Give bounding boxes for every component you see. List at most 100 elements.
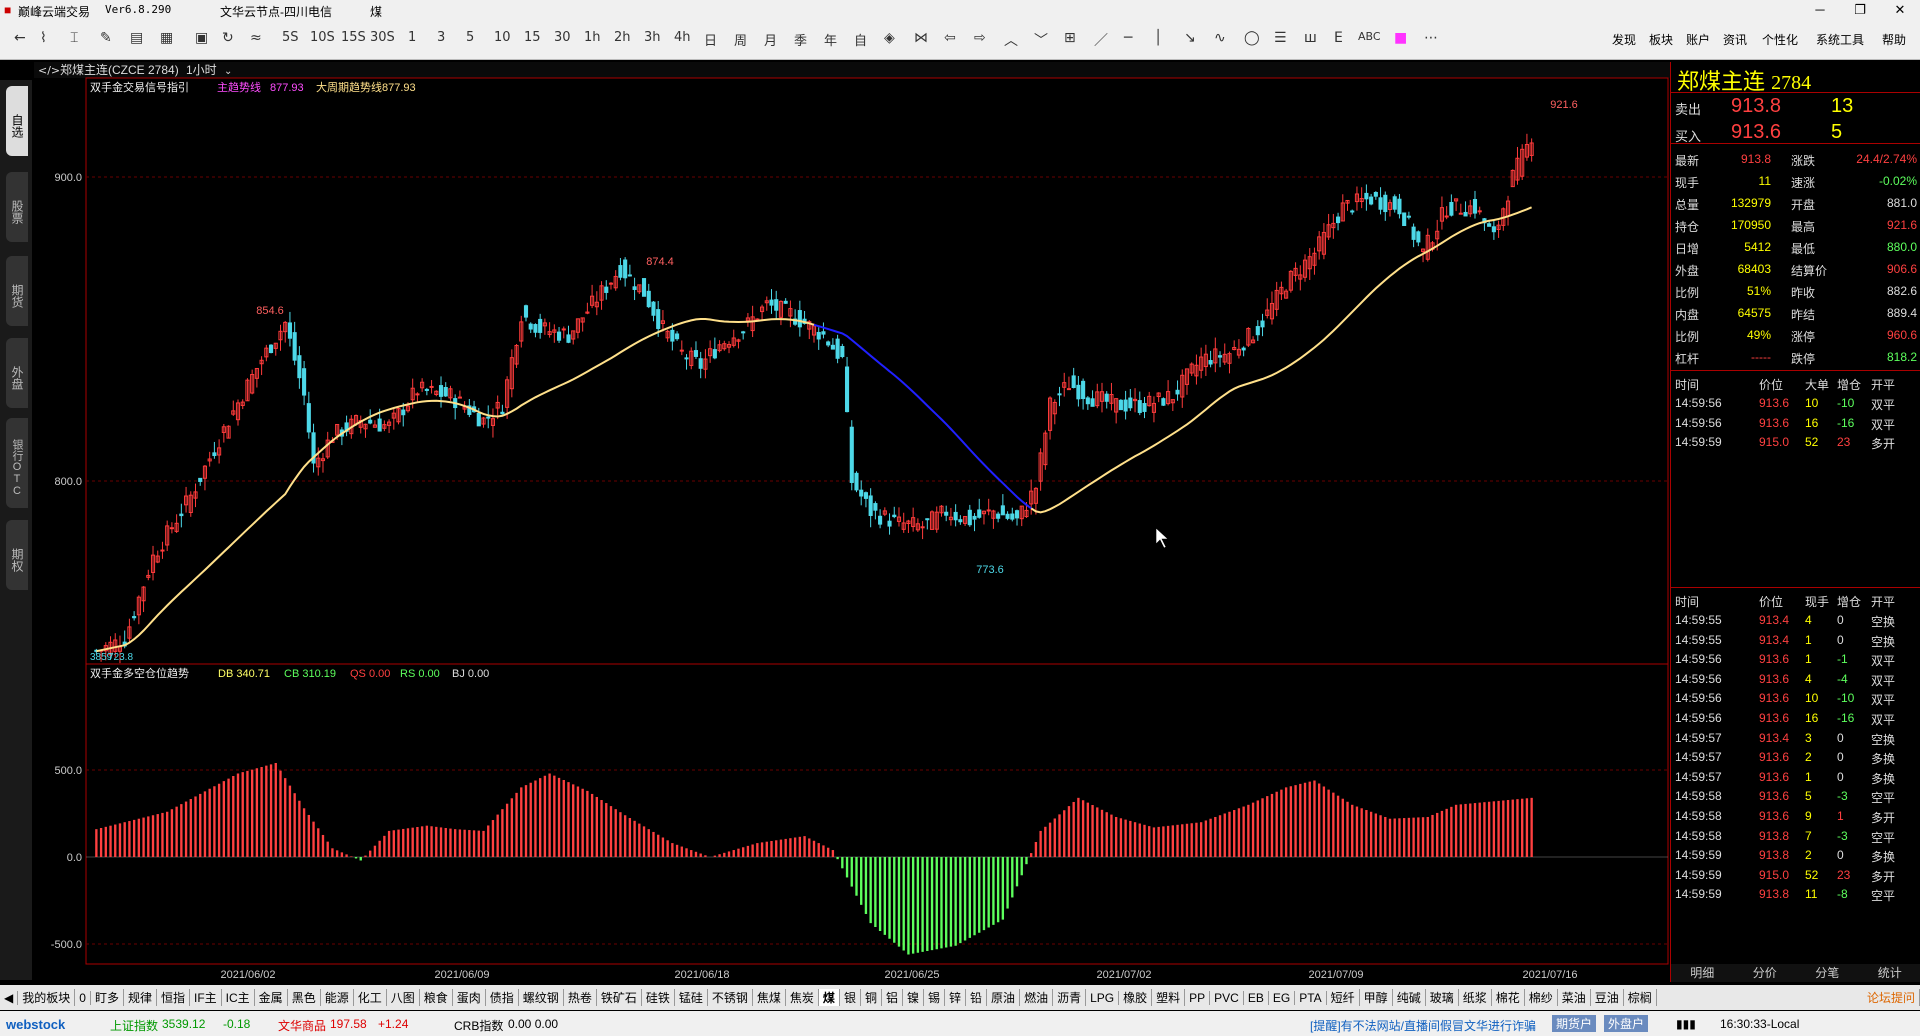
period-30s[interactable]: 30S bbox=[370, 30, 395, 45]
period-4h[interactable]: 4h bbox=[674, 30, 691, 45]
sector-tab[interactable]: 锰硅 bbox=[675, 989, 708, 1006]
sector-tab[interactable]: LPG bbox=[1086, 990, 1120, 1005]
sector-tab[interactable]: IF主 bbox=[190, 989, 222, 1006]
sector-tab[interactable]: 煤 bbox=[818, 989, 840, 1006]
sector-tab[interactable]: PVC bbox=[1210, 990, 1244, 1005]
table-row[interactable]: 14:59:56 913.6 16 -16 双平 bbox=[1671, 709, 1920, 729]
main-indicator-name[interactable]: 双手金交易信号指引 bbox=[90, 80, 189, 94]
tab-watchlist[interactable]: 自选 bbox=[6, 86, 28, 156]
sector-tab[interactable]: 黑色 bbox=[288, 989, 321, 1006]
period-5s[interactable]: 5S bbox=[282, 30, 299, 45]
report-icon[interactable]: ▤ bbox=[130, 30, 143, 46]
panel-tab-detail[interactable]: 明细 bbox=[1690, 964, 1714, 982]
text-e-icon[interactable]: E bbox=[1334, 30, 1343, 46]
tab-foreign[interactable]: 外盘 bbox=[6, 338, 28, 408]
sector-tab[interactable]: 塑料 bbox=[1152, 989, 1186, 1006]
period-week[interactable]: 周 bbox=[734, 30, 747, 49]
sector-tab[interactable]: 玻璃 bbox=[1426, 989, 1459, 1006]
menu-news[interactable]: 资讯 bbox=[1723, 31, 1747, 48]
menu-system-tools[interactable]: 系统工具 bbox=[1816, 31, 1864, 48]
table-row[interactable]: 14:59:56 913.6 4 -4 双平 bbox=[1671, 670, 1920, 690]
text-tool-icon[interactable]: ABC bbox=[1358, 30, 1381, 43]
compare-icon[interactable]: ≈ bbox=[250, 30, 262, 46]
sector-tab[interactable]: 螺纹钢 bbox=[519, 989, 564, 1006]
sector-tab[interactable]: 焦煤 bbox=[753, 989, 786, 1006]
sector-tab[interactable]: 蛋肉 bbox=[453, 989, 486, 1006]
chevron-down-icon[interactable]: ⌄ bbox=[224, 66, 232, 77]
sector-tab[interactable]: 0 bbox=[75, 990, 91, 1005]
minimize-button[interactable]: ─ bbox=[1800, 0, 1840, 20]
forum-button[interactable]: 论坛提问 bbox=[1863, 989, 1920, 1006]
vline-tool-icon[interactable]: │ bbox=[1154, 30, 1162, 46]
table-row[interactable]: 14:59:57 913.4 3 0 空换 bbox=[1671, 729, 1920, 749]
tab-futures[interactable]: 期货 bbox=[6, 256, 28, 326]
period-10[interactable]: 10 bbox=[494, 30, 511, 45]
sector-tab[interactable]: 铜 bbox=[861, 989, 882, 1006]
sector-tab[interactable]: 银 bbox=[840, 989, 861, 1006]
sector-tab[interactable]: 棉花 bbox=[1492, 989, 1525, 1006]
sector-tab[interactable]: 甲醇 bbox=[1360, 989, 1393, 1006]
sector-tab[interactable]: 燃油 bbox=[1020, 989, 1054, 1006]
grid-icon[interactable]: ▦ bbox=[160, 30, 173, 46]
right-arrow-icon[interactable]: ⇨ bbox=[974, 30, 986, 46]
sector-tab[interactable]: 锡 bbox=[924, 989, 946, 1006]
table-row[interactable]: 14:59:56 913.6 1 -1 双平 bbox=[1671, 650, 1920, 670]
sector-tab[interactable]: PP bbox=[1185, 990, 1211, 1005]
menu-sector[interactable]: 板块 bbox=[1649, 31, 1673, 48]
period-1[interactable]: 1 bbox=[408, 30, 416, 45]
table-row[interactable]: 14:59:55 913.4 4 0 空换 bbox=[1671, 611, 1920, 631]
tab-options[interactable]: 期权 bbox=[6, 520, 28, 590]
sector-tab[interactable]: 硅铁 bbox=[642, 989, 675, 1006]
sector-tab[interactable]: EB bbox=[1244, 990, 1269, 1005]
sector-tab[interactable]: 不锈钢 bbox=[708, 989, 753, 1006]
period-15[interactable]: 15 bbox=[524, 30, 541, 45]
period-year[interactable]: 年 bbox=[824, 30, 837, 49]
period-10s[interactable]: 10S bbox=[310, 30, 335, 45]
table-row[interactable]: 14:59:56 913.6 16 -16 双平 bbox=[1671, 414, 1920, 434]
line-chart-icon[interactable]: ⌇ bbox=[40, 30, 47, 46]
sector-tab[interactable]: IC主 bbox=[222, 989, 255, 1006]
sector-tab[interactable]: 铅 bbox=[966, 989, 988, 1006]
panel-tab-price[interactable]: 分价 bbox=[1753, 964, 1777, 982]
sector-tab[interactable]: 盯多 bbox=[91, 989, 124, 1006]
menu-account[interactable]: 账户 bbox=[1686, 31, 1710, 48]
sector-tab[interactable]: 沥青 bbox=[1053, 989, 1087, 1006]
period-custom[interactable]: 自 bbox=[854, 30, 867, 49]
sector-tab[interactable]: 豆油 bbox=[1591, 989, 1624, 1006]
table-row[interactable]: 14:59:59 913.8 2 0 多换 bbox=[1671, 846, 1920, 866]
tab-stocks[interactable]: 股票 bbox=[6, 172, 28, 242]
sector-tab[interactable]: 铝 bbox=[882, 989, 903, 1006]
table-row[interactable]: 14:59:59 915.0 52 23 多开 bbox=[1671, 433, 1920, 453]
futures-account-button[interactable]: 期货户 bbox=[1552, 1015, 1597, 1032]
sector-tab[interactable]: 铁矿石 bbox=[597, 989, 642, 1006]
sector-tab[interactable]: 棉纱 bbox=[1525, 989, 1558, 1006]
table-row[interactable]: 14:59:58 913.8 7 -3 空平 bbox=[1671, 827, 1920, 847]
period-1h[interactable]: 1h bbox=[584, 30, 601, 45]
sector-tab[interactable]: 规律 bbox=[124, 989, 157, 1006]
foreign-account-button[interactable]: 外盘户 bbox=[1604, 1015, 1649, 1032]
sector-tab[interactable]: 镍 bbox=[903, 989, 924, 1006]
sector-tab[interactable]: 纯碱 bbox=[1393, 989, 1426, 1006]
sector-tab[interactable]: 纸浆 bbox=[1459, 989, 1492, 1006]
table-row[interactable]: 14:59:56 913.6 10 -10 双平 bbox=[1671, 394, 1920, 414]
wave-tool-icon[interactable]: ∿ bbox=[1214, 30, 1226, 46]
sector-tab[interactable]: 八图 bbox=[387, 989, 420, 1006]
sector-tab[interactable]: 短纤 bbox=[1327, 989, 1360, 1006]
table-row[interactable]: 14:59:58 913.6 9 1 多开 bbox=[1671, 807, 1920, 827]
sector-tab[interactable]: 金属 bbox=[255, 989, 288, 1006]
sector-tab[interactable]: 化工 bbox=[354, 989, 387, 1006]
restore-button[interactable]: ❐ bbox=[1840, 0, 1880, 20]
period-3h[interactable]: 3h bbox=[644, 30, 661, 45]
table-row[interactable]: 14:59:59 915.0 52 23 多开 bbox=[1671, 866, 1920, 886]
sector-tab[interactable]: 我的板块 bbox=[18, 989, 76, 1006]
period-month[interactable]: 月 bbox=[764, 30, 777, 49]
sector-tab[interactable]: EG bbox=[1269, 990, 1296, 1005]
zoom-icon[interactable]: ◈ bbox=[884, 30, 895, 46]
fit-icon[interactable]: ⋈ bbox=[914, 30, 928, 46]
hline-tool-icon[interactable]: ─ bbox=[1124, 30, 1132, 46]
sector-tab[interactable]: 恒指 bbox=[157, 989, 190, 1006]
draw-icon[interactable]: ✎ bbox=[100, 30, 112, 46]
tab-bank-otc[interactable]: 银行OTC bbox=[6, 418, 28, 508]
refresh-icon[interactable]: ↻ bbox=[222, 30, 234, 46]
sector-tab[interactable]: 热卷 bbox=[564, 989, 597, 1006]
